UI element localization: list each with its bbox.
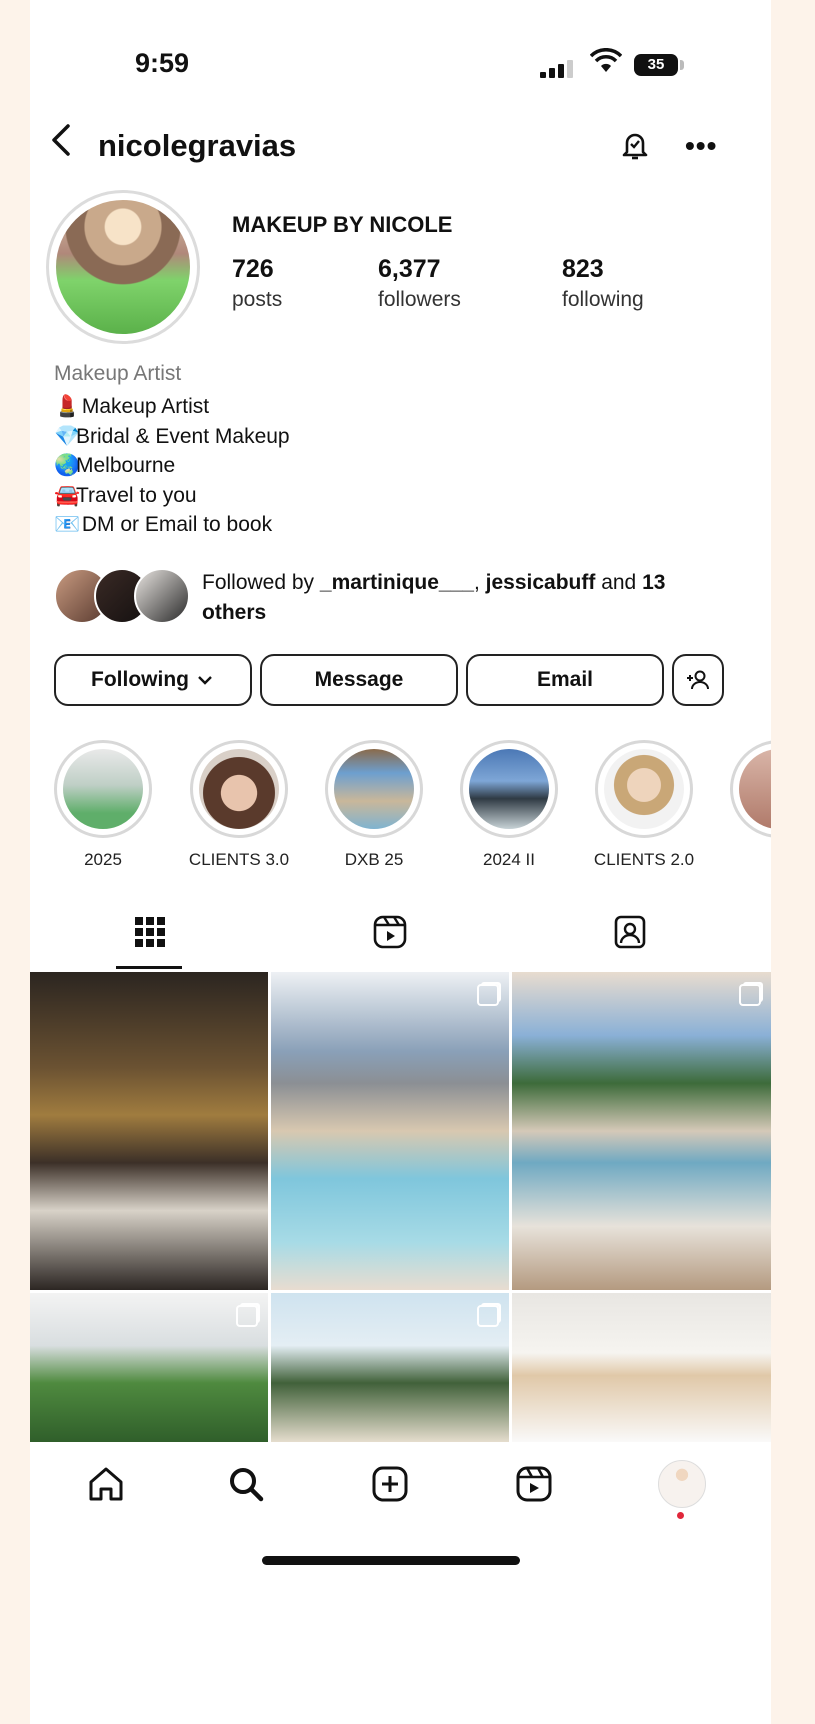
highlight-2025[interactable] xyxy=(54,740,152,838)
highlight-dxb-25[interactable] xyxy=(325,740,423,838)
wifi-icon xyxy=(589,48,623,81)
bio-text: Makeup Artist xyxy=(81,395,210,418)
highlight-cover xyxy=(199,749,279,829)
suggest-people-button[interactable] xyxy=(672,654,724,706)
highlight-partial[interactable] xyxy=(730,740,771,838)
highlight-label: DXB 25 xyxy=(344,850,404,869)
post-thumbnail[interactable] xyxy=(30,972,268,1290)
reels-tab-icon[interactable] xyxy=(370,912,410,952)
active-tab-indicator xyxy=(116,966,182,969)
separator: , xyxy=(473,571,486,594)
chevron-down-icon xyxy=(198,676,212,685)
highlight-2024-ii[interactable] xyxy=(460,740,558,838)
others-count: 13 xyxy=(642,571,666,594)
highlight-cover xyxy=(604,749,684,829)
highlight-cover xyxy=(63,749,143,829)
posts-label: posts xyxy=(232,288,283,311)
posts-stat[interactable]: 726 posts xyxy=(232,255,282,312)
highlight-clients-2[interactable] xyxy=(595,740,693,838)
following-stat[interactable]: 823 following xyxy=(562,255,644,312)
display-name: MAKEUP BY NICOLE xyxy=(232,212,453,237)
posts-count: 726 xyxy=(232,255,274,283)
carousel-icon xyxy=(739,984,761,1006)
post-thumbnail[interactable] xyxy=(271,972,509,1290)
globe-icon: 🌏 xyxy=(54,454,81,477)
home-indicator xyxy=(262,1556,520,1565)
followed-by-prefix: Followed by xyxy=(202,571,320,594)
highlight-label: CLIENTS 3.0 xyxy=(188,850,290,869)
highlight-cover xyxy=(334,749,414,829)
search-icon[interactable] xyxy=(224,1462,268,1506)
post-thumbnail[interactable] xyxy=(271,1293,509,1443)
gem-icon: 💎 xyxy=(54,424,81,448)
mailbox-icon: 📧 xyxy=(54,513,81,536)
highlight-cover xyxy=(739,749,771,829)
back-icon[interactable] xyxy=(48,122,74,165)
followed-by-text[interactable]: Followed by _martinique___, jessicabuff … xyxy=(202,568,762,628)
battery-icon: 35 xyxy=(634,54,678,76)
bio-text: Bridal & Event Makeup xyxy=(76,424,290,448)
followers-count: 6,377 xyxy=(378,255,441,283)
post-thumbnail[interactable] xyxy=(30,1293,268,1443)
more-options-icon[interactable]: ••• xyxy=(685,130,717,162)
highlight-label: CLIENTS 2.0 xyxy=(593,850,695,869)
profile-bio: 💄 Makeup Artist 💎Bridal & Event Makeup 🌏… xyxy=(54,392,290,540)
phone-screen: 9:59 35 nicolegravias ••• MAKEUP BY NICO… xyxy=(30,0,771,1724)
notification-dot xyxy=(677,1512,684,1519)
profile-tab-avatar[interactable] xyxy=(658,1460,706,1508)
mutual-followers-avatars[interactable] xyxy=(54,568,194,628)
bio-line: 🚘Travel to you xyxy=(54,481,290,511)
followers-label: followers xyxy=(378,288,461,311)
carousel-icon xyxy=(477,1305,499,1327)
grid-tab-icon[interactable] xyxy=(130,912,170,952)
others-label: others xyxy=(202,601,267,624)
battery-nub xyxy=(680,60,684,70)
bio-text: Travel to you xyxy=(76,483,197,507)
bio-text: Melbourne xyxy=(76,454,176,477)
highlight-cover xyxy=(469,749,549,829)
highlight-label: 2024 II xyxy=(483,850,535,869)
avatar xyxy=(134,568,190,624)
message-button[interactable]: Message xyxy=(260,654,458,706)
bio-line: 🌏Melbourne xyxy=(54,451,290,481)
following-button[interactable]: Following xyxy=(54,654,252,706)
bio-line: 📧 DM or Email to book xyxy=(54,510,290,540)
signal-icon xyxy=(540,58,580,78)
highlight-clients-3[interactable] xyxy=(190,740,288,838)
profile-category: Makeup Artist xyxy=(54,362,182,385)
mutual-user-link[interactable]: _martinique___ xyxy=(320,571,474,594)
post-thumbnail[interactable] xyxy=(512,972,771,1290)
highlight-label: 2025 xyxy=(84,850,122,869)
tagged-tab-icon[interactable] xyxy=(610,912,650,952)
home-icon[interactable] xyxy=(84,1462,128,1506)
following-label: following xyxy=(562,288,644,311)
status-time: 9:59 xyxy=(135,48,190,78)
carousel-icon xyxy=(477,984,499,1006)
mutual-user-link[interactable]: jessicabuff xyxy=(486,571,596,594)
reels-icon[interactable] xyxy=(512,1462,556,1506)
post-thumbnail[interactable] xyxy=(512,1293,771,1443)
email-button[interactable]: Email xyxy=(466,654,664,706)
lipstick-icon: 💄 xyxy=(54,395,81,418)
bio-line: 💎Bridal & Event Makeup xyxy=(54,422,290,452)
email-button-label: Email xyxy=(536,668,594,691)
profile-avatar[interactable] xyxy=(56,200,190,334)
create-icon[interactable] xyxy=(368,1462,412,1506)
and-text: and xyxy=(595,571,643,594)
bio-line: 💄 Makeup Artist xyxy=(54,392,290,422)
carousel-icon xyxy=(236,1305,258,1327)
message-button-label: Message xyxy=(314,668,404,691)
notification-bell-icon[interactable] xyxy=(618,128,652,162)
following-button-label: Following xyxy=(91,668,189,691)
followers-stat[interactable]: 6,377 followers xyxy=(378,255,461,312)
add-person-icon xyxy=(687,670,709,690)
profile-username: nicolegravias xyxy=(98,128,297,163)
following-count: 823 xyxy=(562,255,604,283)
car-icon: 🚘 xyxy=(54,483,81,507)
bio-text: DM or Email to book xyxy=(81,513,273,536)
